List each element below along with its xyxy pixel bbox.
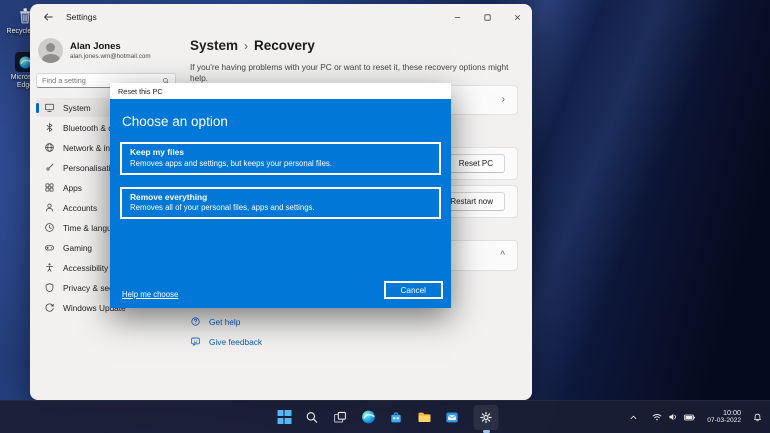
window-titlebar[interactable]: Settings bbox=[30, 4, 532, 30]
maximize-icon bbox=[483, 13, 492, 22]
notification-bell-icon bbox=[752, 412, 763, 423]
chevron-up-icon bbox=[628, 412, 639, 423]
help-me-choose-link[interactable]: Help me choose bbox=[122, 290, 178, 299]
option-keep-my-files[interactable]: Keep my files Removes apps and settings,… bbox=[120, 142, 441, 175]
dialog-titlebar[interactable]: Reset this PC bbox=[110, 83, 451, 99]
page-description: If you're having problems with your PC o… bbox=[182, 53, 517, 84]
breadcrumb-separator: › bbox=[244, 39, 248, 53]
mail-icon bbox=[445, 410, 460, 425]
option-remove-everything[interactable]: Remove everything Removes all of your pe… bbox=[120, 187, 441, 220]
user-profile[interactable]: Alan Jones alan.jones.wm@hotmail.com bbox=[36, 34, 176, 71]
chevron-up-icon: ^ bbox=[500, 251, 505, 261]
edge-button[interactable] bbox=[356, 405, 381, 430]
profile-email: alan.jones.wm@hotmail.com bbox=[70, 53, 151, 60]
network-icon bbox=[651, 411, 663, 423]
taskbar-clock[interactable]: 10:00 07-03-2022 bbox=[704, 408, 744, 426]
search-icon bbox=[305, 410, 320, 425]
reset-this-pc-dialog: Reset this PC Choose an option Keep my f… bbox=[110, 83, 451, 308]
time-language-icon bbox=[44, 222, 55, 233]
feedback-icon bbox=[190, 336, 201, 347]
task-view-icon bbox=[333, 410, 348, 425]
minimize-icon bbox=[453, 13, 462, 22]
system-icon bbox=[44, 102, 55, 113]
accounts-icon bbox=[44, 202, 55, 213]
taskbar-tray: 10:00 07-03-2022 bbox=[624, 401, 767, 433]
edge-icon bbox=[360, 409, 376, 425]
mail-button[interactable] bbox=[440, 405, 465, 430]
clock-time: 10:00 bbox=[707, 408, 741, 417]
dialog-heading: Choose an option bbox=[122, 114, 441, 129]
get-help-link[interactable]: Get help bbox=[190, 316, 262, 327]
close-icon bbox=[513, 13, 522, 22]
clock-date: 07-03-2022 bbox=[707, 417, 741, 426]
give-feedback-link[interactable]: Give feedback bbox=[190, 336, 262, 347]
window-title: Settings bbox=[66, 12, 97, 22]
breadcrumb-system[interactable]: System bbox=[190, 38, 238, 53]
cancel-button[interactable]: Cancel bbox=[384, 281, 444, 299]
reset-pc-button[interactable]: Reset PC bbox=[447, 154, 505, 173]
bluetooth-icon bbox=[44, 122, 55, 133]
notification-center-button[interactable] bbox=[748, 405, 767, 429]
desktop: Recycle Bin Microsoft Edge bbox=[0, 0, 770, 433]
system-tray-status[interactable] bbox=[647, 405, 700, 429]
store-icon bbox=[389, 410, 404, 425]
breadcrumb: System › Recovery bbox=[182, 30, 532, 53]
taskbar-search-button[interactable] bbox=[300, 405, 325, 430]
taskbar: 10:00 07-03-2022 bbox=[0, 400, 770, 433]
privacy-icon bbox=[44, 282, 55, 293]
dialog-options: Keep my files Removes apps and settings,… bbox=[120, 142, 441, 219]
footer-links: Get help Give feedback bbox=[190, 316, 262, 356]
dialog-footer: Help me choose Cancel bbox=[122, 281, 443, 299]
windows-update-icon bbox=[44, 302, 55, 313]
hidden-icons-button[interactable] bbox=[624, 405, 643, 429]
settings-gear-icon bbox=[479, 410, 494, 425]
gaming-icon bbox=[44, 242, 55, 253]
back-arrow-icon bbox=[42, 11, 54, 23]
dialog-title: Reset this PC bbox=[118, 87, 163, 96]
volume-icon bbox=[667, 411, 679, 423]
windows-logo-icon bbox=[277, 410, 291, 424]
settings-taskbar-button[interactable] bbox=[474, 405, 499, 430]
apps-icon bbox=[44, 182, 55, 193]
network-icon bbox=[44, 142, 55, 153]
window-controls bbox=[442, 4, 532, 30]
chevron-right-icon: › bbox=[502, 95, 505, 105]
file-explorer-icon bbox=[416, 409, 432, 425]
avatar bbox=[38, 38, 63, 63]
close-button[interactable] bbox=[502, 4, 532, 30]
personalisation-icon bbox=[44, 162, 55, 173]
battery-icon bbox=[683, 411, 696, 424]
file-explorer-button[interactable] bbox=[412, 405, 437, 430]
start-button[interactable] bbox=[272, 405, 297, 430]
task-view-button[interactable] bbox=[328, 405, 353, 430]
store-button[interactable] bbox=[384, 405, 409, 430]
taskbar-center-icons bbox=[272, 401, 499, 433]
page-title: Recovery bbox=[254, 38, 315, 53]
profile-name: Alan Jones bbox=[70, 41, 151, 52]
dialog-body: Choose an option Keep my files Removes a… bbox=[110, 99, 451, 308]
back-button[interactable] bbox=[40, 9, 56, 25]
minimize-button[interactable] bbox=[442, 4, 472, 30]
maximize-button[interactable] bbox=[472, 4, 502, 30]
accessibility-icon bbox=[44, 262, 55, 273]
help-icon bbox=[190, 316, 201, 327]
